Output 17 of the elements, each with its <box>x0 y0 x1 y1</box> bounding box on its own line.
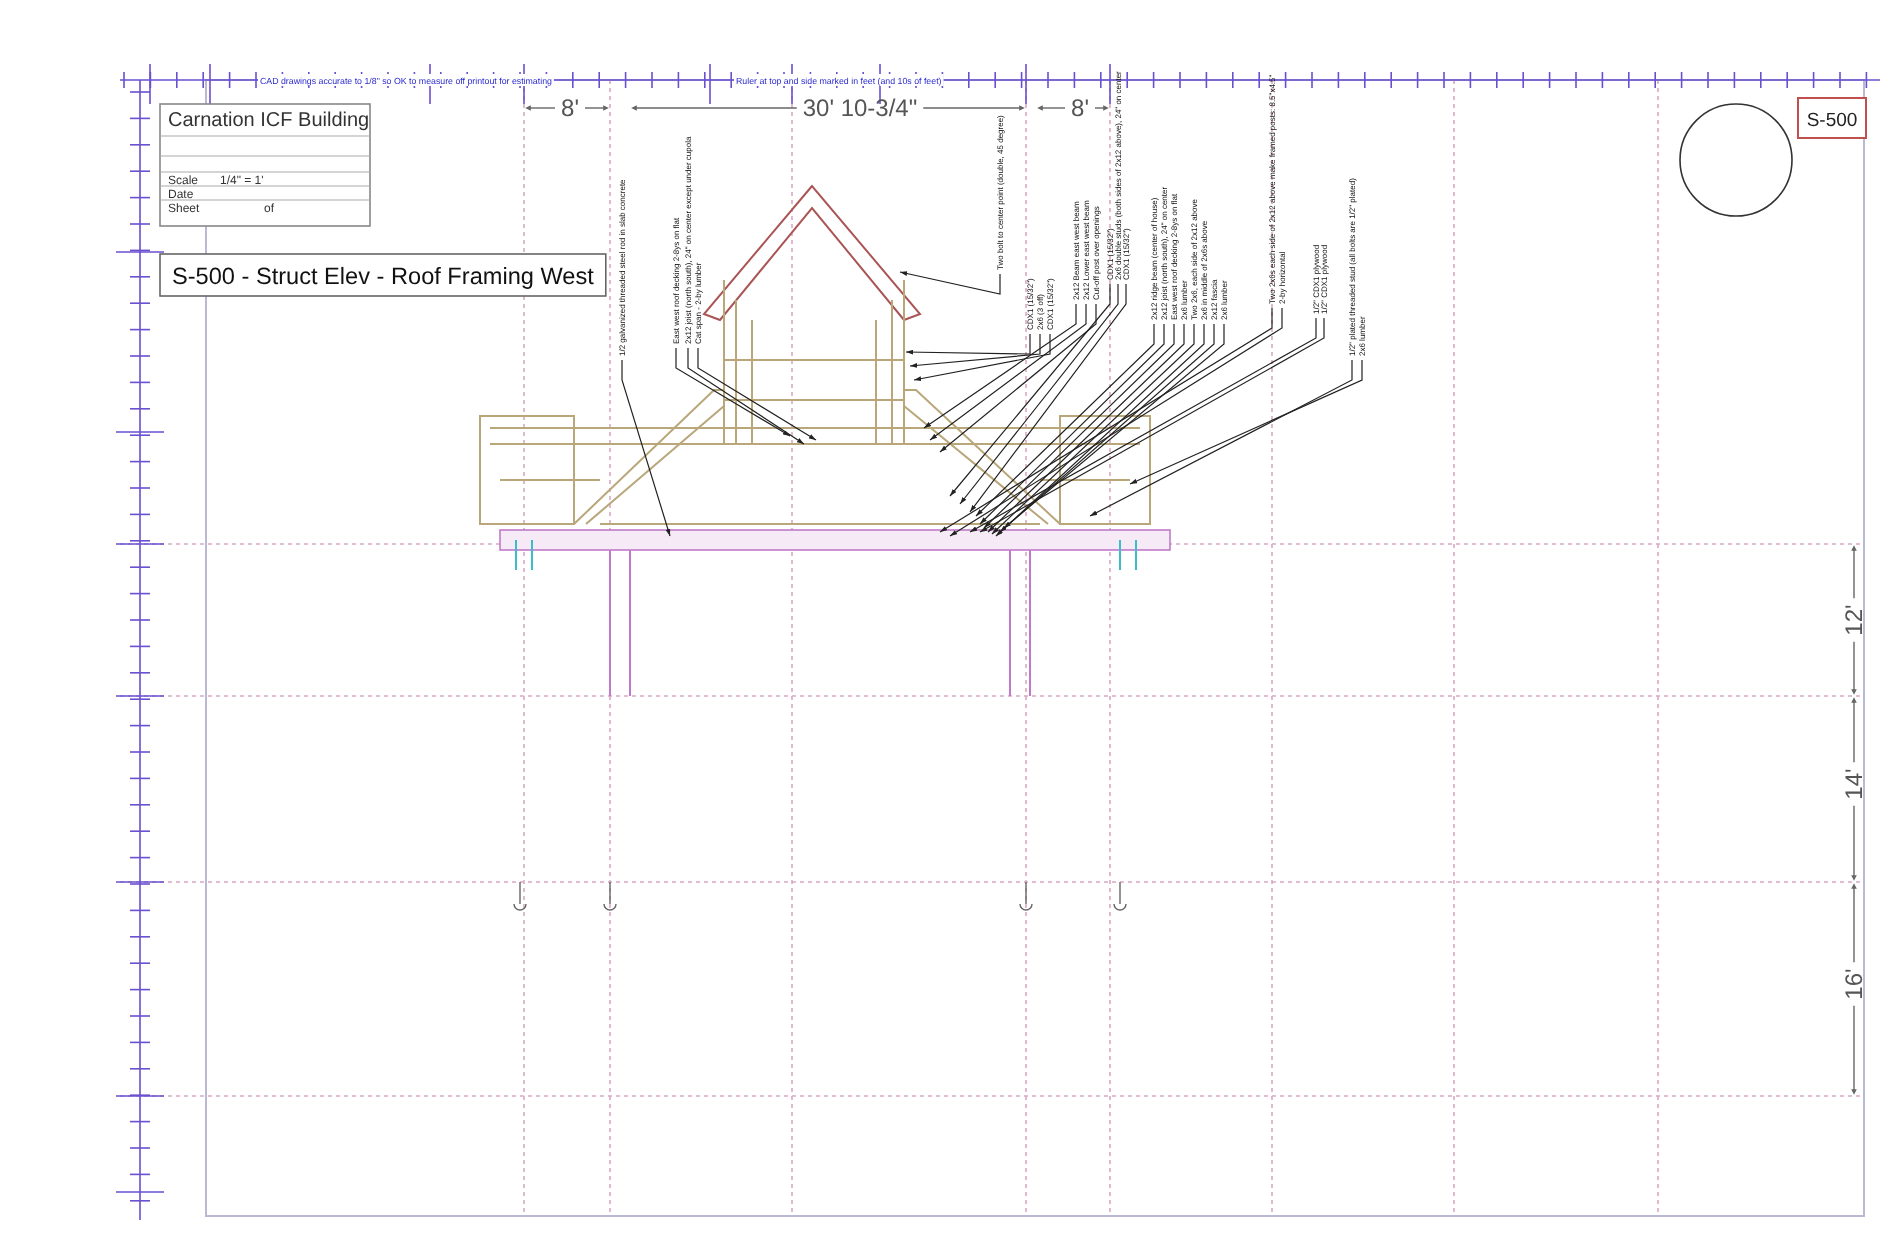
sheet-number: S-500 <box>1797 97 1867 139</box>
post-footing-drawing <box>513 881 527 911</box>
dimension-text: 12' <box>1840 604 1868 636</box>
leader-line <box>697 347 817 441</box>
dimension-text: 16' <box>1840 968 1868 1000</box>
project-name: Carnation ICF Building <box>168 110 370 132</box>
sheet-title: S-500 - Struct Elev - Roof Framing West <box>159 253 607 297</box>
leader-line <box>687 347 805 445</box>
post-footing-drawing <box>1113 881 1127 911</box>
dimension-text: 8' <box>1071 94 1089 122</box>
post-footing-drawing <box>1019 881 1033 911</box>
dimension-text: 30' 10-3/4" <box>802 94 918 122</box>
post-footing-drawing <box>603 881 617 911</box>
leader-line <box>675 347 791 437</box>
dimension-text: 8' <box>561 94 579 122</box>
dimension-text: 14' <box>1840 768 1868 800</box>
circle-symbol <box>1679 103 1793 217</box>
